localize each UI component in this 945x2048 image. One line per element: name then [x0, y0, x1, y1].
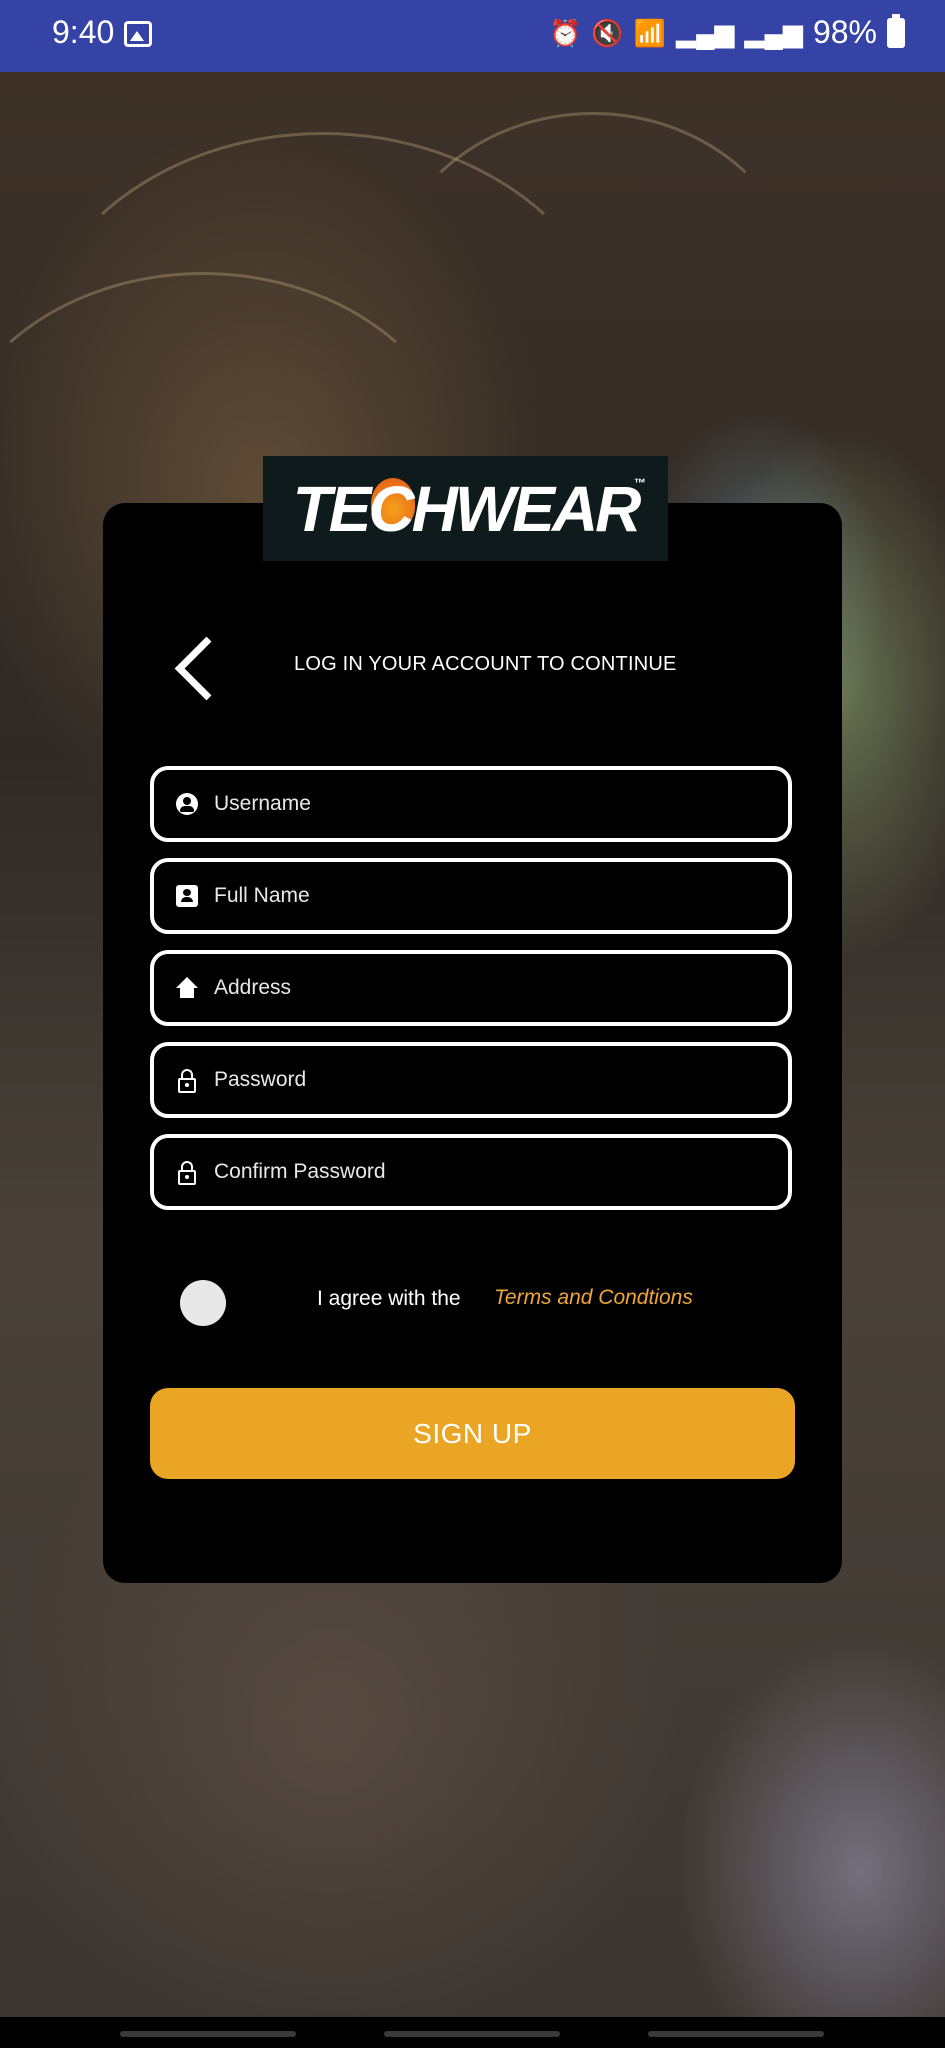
home-icon	[176, 977, 198, 999]
terms-link[interactable]: Terms and Condtions	[494, 1286, 693, 1310]
nav-back[interactable]	[648, 2031, 824, 2037]
lock-icon	[176, 1069, 198, 1093]
navigation-bar	[0, 2017, 945, 2048]
wifi-icon: 📶	[633, 17, 667, 48]
confirm-password-input[interactable]	[212, 1159, 756, 1185]
full-name-input[interactable]	[212, 883, 756, 909]
image-icon	[124, 21, 152, 47]
signal-icon: ▂▄▆	[744, 17, 803, 48]
password-field[interactable]	[150, 1042, 792, 1118]
nav-home[interactable]	[384, 2031, 560, 2037]
status-bar: 9:40 ⏰ 🔇 📶 ▂▄▆ ▂▄▆ 98%	[0, 0, 945, 72]
username-field[interactable]	[150, 766, 792, 842]
battery-percent: 98%	[812, 14, 877, 50]
password-input[interactable]	[212, 1067, 756, 1093]
confirm-password-field[interactable]	[150, 1134, 792, 1210]
terms-radio[interactable]	[180, 1280, 226, 1326]
logo-wordmark: TECHWEAR	[292, 472, 642, 545]
alarm-icon: ⏰	[548, 17, 582, 48]
address-input[interactable]	[212, 975, 756, 1001]
status-time: 9:40	[52, 14, 115, 50]
page-title: LOG IN YOUR ACCOUNT TO CONTINUE	[294, 653, 677, 675]
address-field[interactable]	[150, 950, 792, 1026]
mute-icon: 🔇	[591, 17, 624, 48]
full-name-field[interactable]	[150, 858, 792, 934]
brand-logo: TECHWEAR ™	[263, 456, 668, 561]
lock-icon	[176, 1161, 198, 1185]
agree-label: I agree with the	[317, 1287, 461, 1310]
nav-recents[interactable]	[120, 2031, 296, 2037]
battery-icon	[887, 13, 905, 48]
status-icons: ⏰ 🔇 📶 ▂▄▆ ▂▄▆ 98%	[548, 13, 905, 51]
account-circle-icon	[176, 793, 198, 815]
signal-icon: ▂▄▆	[676, 17, 735, 48]
contact-card-icon	[176, 885, 198, 907]
signup-button[interactable]: SIGN UP	[150, 1388, 795, 1479]
back-arrow-icon[interactable]	[168, 632, 218, 704]
username-input[interactable]	[212, 791, 756, 817]
